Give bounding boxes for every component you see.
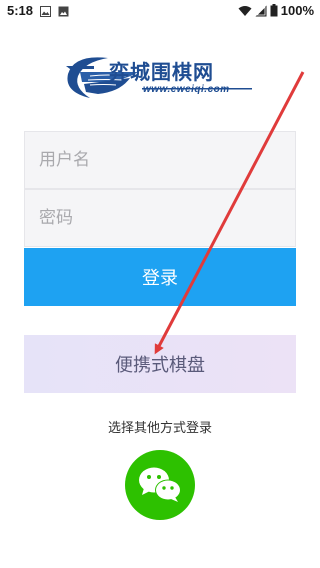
other-login-label: 选择其他方式登录 [107,421,212,436]
login-button[interactable]: 登录 [24,248,296,306]
signal-icon [255,5,267,16]
logo-title: 弈城围棋网 [109,60,214,84]
username-field-container [24,131,296,189]
image-icon [58,6,69,17]
image-icon [40,6,51,17]
password-field-container [24,189,296,247]
wechat-icon [139,467,181,502]
status-bar: 5:18 100% [0,0,320,24]
status-time: 5:18 [7,3,34,18]
password-input[interactable] [25,190,295,246]
wifi-icon [238,5,252,16]
username-input[interactable] [25,132,295,188]
logo-url: www.eweiqi.com [143,84,230,95]
battery-icon [270,4,278,17]
battery-percent: 100% [280,3,314,18]
wechat-login-button[interactable] [125,450,195,520]
status-right: 100% [238,3,314,18]
portable-board-button[interactable]: 便携式棋盘 [24,335,296,393]
